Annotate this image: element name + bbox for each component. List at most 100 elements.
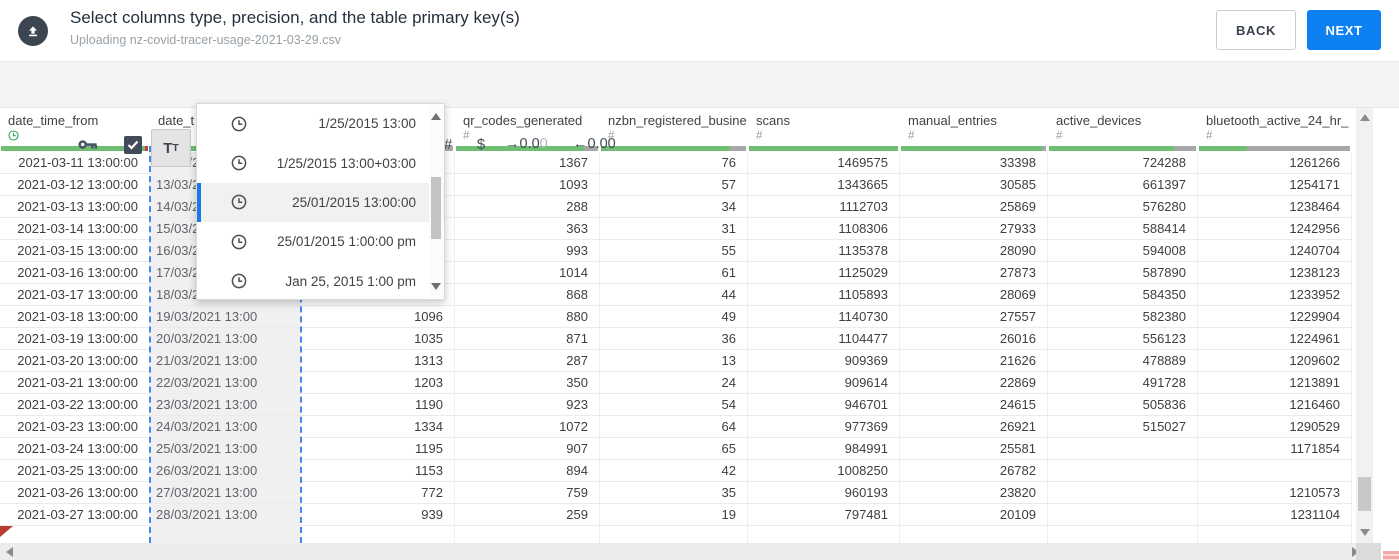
column-header[interactable]: bluetooth_active_24_hr_ #	[1198, 107, 1352, 146]
table-cell: 2021-03-24 13:00:00	[0, 438, 150, 459]
menu-item[interactable]: 25/01/2015 13:00:00	[197, 182, 444, 223]
column-header[interactable]: manual_entries #	[900, 107, 1048, 146]
table-cell: 1210573	[1198, 482, 1352, 503]
table-cell: 34	[600, 196, 748, 217]
table-cell: 2021-03-17 13:00:00	[0, 284, 150, 305]
primary-key-icon[interactable]	[78, 136, 99, 153]
table-cell: 797481	[748, 504, 900, 525]
table-cell: 42	[600, 460, 748, 481]
table-cell: 556123	[1048, 328, 1198, 349]
quality-bar	[601, 146, 746, 151]
menu-item[interactable]: 1/25/2015 13:00+03:00	[197, 143, 444, 182]
vertical-scroll-thumb[interactable]	[1358, 477, 1371, 511]
table-cell: 1229904	[1198, 306, 1352, 327]
quality-bar-segment	[1199, 146, 1248, 151]
table-row: 2021-03-23 13:00:00 24/03/2021 13:00 1334 1…	[0, 416, 1352, 438]
currency-type-button[interactable]: $	[474, 136, 488, 153]
scroll-left-icon[interactable]	[6, 547, 13, 557]
table-cell: 1290529	[1198, 416, 1352, 437]
table-cell: 939	[301, 504, 455, 525]
table-cell: 350	[455, 372, 600, 393]
table-cell: 363	[455, 218, 600, 239]
table-cell: 2021-03-15 13:00:00	[0, 240, 150, 261]
table-cell: 2021-03-19 13:00:00	[0, 328, 150, 349]
table-cell	[301, 526, 455, 543]
column-header-label: date_time_from	[8, 113, 99, 128]
quality-bar-segment	[1247, 146, 1350, 151]
table-cell: 515027	[1048, 416, 1198, 437]
table-cell: 27/03/2021 13:00	[150, 482, 301, 503]
table-vertical-scrollbar[interactable]	[1356, 107, 1373, 543]
table-cell: 21626	[900, 350, 1048, 371]
table-cell: 61	[600, 262, 748, 283]
table-cell: 1190	[301, 394, 455, 415]
table-horizontal-scrollbar[interactable]	[0, 543, 1381, 560]
table-cell: 26016	[900, 328, 1048, 349]
decrease-decimals-button[interactable]: → 0.0 0	[505, 136, 548, 152]
table-cell: 1125029	[748, 262, 900, 283]
table-cell: 31	[600, 218, 748, 239]
table-cell: 20109	[900, 504, 1048, 525]
quality-bar-segment	[901, 146, 1042, 151]
table-cell: 2021-03-25 13:00:00	[0, 460, 150, 481]
selection-dashed-border-left	[149, 146, 151, 543]
table-cell: 287	[455, 350, 600, 371]
scroll-down-icon[interactable]	[1359, 529, 1370, 536]
table-cell: 1343665	[748, 174, 900, 195]
error-corner-flag	[0, 526, 13, 537]
table-cell: 27933	[900, 218, 1048, 239]
menu-item[interactable]: Jan 25, 2015 1:00 pm	[197, 262, 444, 301]
table-cell: 2021-03-26 13:00:00	[0, 482, 150, 503]
menu-scroll-down-icon[interactable]	[431, 283, 441, 290]
increase-decimals-button[interactable]: ← 0.00	[573, 136, 616, 152]
table-cell: 1231104	[1198, 504, 1352, 525]
menu-item[interactable]: 1/25/2015 13:00	[197, 104, 444, 143]
include-column-checkbox[interactable]	[124, 136, 142, 154]
menu-scroll-thumb[interactable]	[431, 177, 441, 239]
string-type-button[interactable]: TT	[151, 129, 191, 167]
scroll-up-icon[interactable]	[1359, 114, 1370, 121]
table-cell: 25581	[900, 438, 1048, 459]
table-cell: 594008	[1048, 240, 1198, 261]
table-cell: 28/03/2021 13:00	[150, 504, 301, 525]
table-cell	[1048, 438, 1198, 459]
table-cell: 26782	[900, 460, 1048, 481]
column-header-label: active_devices	[1056, 113, 1142, 128]
scrollbar-corner	[1356, 543, 1381, 560]
clock-icon	[231, 116, 247, 132]
table-cell: 1209602	[1198, 350, 1352, 371]
table-cell: 30585	[900, 174, 1048, 195]
table-cell: 2021-03-22 13:00:00	[0, 394, 150, 415]
quality-bar-segment	[749, 146, 898, 151]
table-cell: 25/03/2021 13:00	[150, 438, 301, 459]
menu-scroll-up-icon[interactable]	[431, 113, 441, 120]
table-cell: 2021-03-12 13:00:00	[0, 174, 150, 195]
table-cell: 1096	[301, 306, 455, 327]
next-button[interactable]: NEXT	[1307, 10, 1381, 50]
table-cell	[1048, 482, 1198, 503]
table-cell: 1240704	[1198, 240, 1352, 261]
menu-scrollbar[interactable]	[429, 105, 443, 298]
column-header[interactable]: scans #	[748, 107, 900, 146]
table-cell: 907	[455, 438, 600, 459]
column-header-label: manual_entries	[908, 113, 997, 128]
quality-bar-segment	[1049, 146, 1174, 151]
menu-item[interactable]: 25/01/2015 1:00:00 pm	[197, 222, 444, 261]
table-cell: 1171854	[1198, 438, 1352, 459]
table-cell	[1198, 460, 1352, 481]
quality-bar-segment	[601, 146, 731, 151]
table-cell: 65	[600, 438, 748, 459]
table-cell: 2021-03-16 13:00:00	[0, 262, 150, 283]
menu-item-label: 25/01/2015 1:00:00 pm	[277, 234, 416, 250]
column-type-indicator: #	[756, 130, 763, 142]
table-cell: 26921	[900, 416, 1048, 437]
column-header[interactable]: active_devices #	[1048, 107, 1198, 146]
back-button[interactable]: BACK	[1216, 10, 1296, 50]
column-header[interactable]: nzbn_registered_busine #	[600, 107, 748, 146]
quality-bar-segment	[145, 146, 148, 151]
table-cell: 977369	[748, 416, 900, 437]
table-cell: 478889	[1048, 350, 1198, 371]
table-cell: 1238464	[1198, 196, 1352, 217]
clock-icon	[8, 130, 19, 141]
menu-item-label: Jan 25, 2015 1:00 pm	[285, 273, 416, 289]
